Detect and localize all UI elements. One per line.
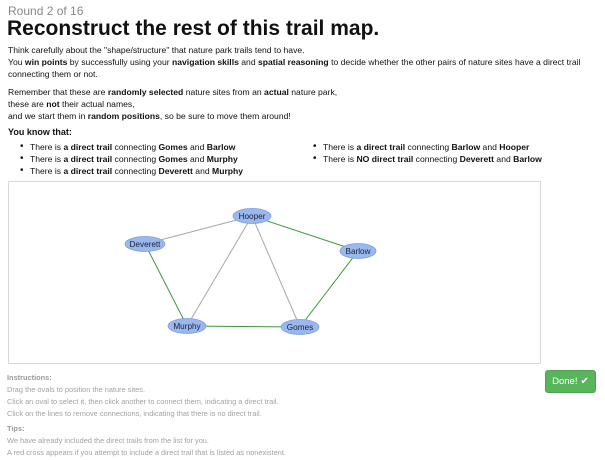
intro-paragraph-1: Think carefully about the "shape/structu… — [8, 44, 598, 80]
fact-text: There is — [30, 154, 64, 164]
fact-text: connecting — [112, 166, 159, 176]
intro-text-segment: You — [8, 57, 25, 67]
fact-text: and — [494, 154, 514, 164]
fact-item: There is a direct trail connecting Gomes… — [18, 153, 243, 165]
facts-list-right: There is a direct trail connecting Barlo… — [311, 141, 542, 165]
site-label-murphy: Murphy — [173, 322, 201, 331]
intro-text-segment: their actual names, — [59, 99, 135, 109]
fact-item: There is a direct trail connecting Dever… — [18, 165, 243, 177]
intro-text-segment: and we start them in — [8, 111, 88, 121]
instruction-line: Click an oval to select it, then click a… — [7, 397, 279, 406]
fact-text: and — [187, 142, 207, 152]
site-label-deverett: Deverett — [130, 240, 162, 249]
intro-bold-text: random positions — [87, 111, 160, 121]
fact-item: There is a direct trail connecting Barlo… — [311, 141, 542, 153]
fact-site-a: Gomes — [158, 154, 188, 164]
intro-text-segment: nature sites from an — [183, 87, 265, 97]
intro-text-segment: nature park, — [288, 87, 338, 97]
trail-map-svg[interactable]: Hooper Deverett Barlow Murphy Gomes — [9, 182, 542, 365]
fact-relation: a direct trail — [356, 142, 406, 152]
fact-text: There is — [30, 142, 64, 152]
fact-site-a: Barlow — [451, 142, 481, 152]
intro-bold-text: not — [46, 99, 60, 109]
done-button[interactable]: Done! ✔ — [545, 370, 596, 393]
fact-text: There is — [323, 142, 357, 152]
fact-text: connecting — [413, 154, 460, 164]
instruction-line: Drag the ovals to position the nature si… — [7, 385, 146, 394]
fact-site-b: Barlow — [513, 154, 542, 164]
site-node-deverett[interactable]: Deverett — [124, 236, 166, 252]
fact-site-b: Murphy — [212, 166, 244, 176]
intro-text-segment: Remember that these are — [8, 87, 108, 97]
site-node-hooper[interactable]: Hooper — [232, 208, 272, 224]
round-indicator: Round 2 of 16 — [8, 4, 84, 18]
trail-map-canvas[interactable]: Hooper Deverett Barlow Murphy Gomes — [8, 181, 541, 364]
instructions-section: Instructions: Drag the ovals to position… — [7, 372, 279, 420]
site-label-gomes: Gomes — [287, 323, 313, 332]
intro-text-segment: , so be sure to move them around! — [159, 111, 291, 121]
fact-text: and — [480, 142, 500, 152]
intro-bold-text: spatial reasoning — [258, 57, 329, 67]
fact-relation: a direct trail — [63, 154, 113, 164]
intro-bold-text: actual — [264, 87, 289, 97]
trail-hooper-gomes[interactable] — [251, 215, 301, 328]
intro-bold-text: win points — [24, 57, 68, 67]
instruction-line: Click on the lines to remove connections… — [7, 409, 262, 418]
fact-text: There is — [323, 154, 357, 164]
facts-heading: You know that: — [8, 127, 72, 137]
site-node-barlow[interactable]: Barlow — [339, 243, 377, 259]
done-button-label: Done! — [552, 376, 578, 387]
site-node-murphy[interactable]: Murphy — [167, 318, 207, 334]
fact-relation: a direct trail — [63, 166, 113, 176]
intro-paragraph-2: Remember that these are randomly selecte… — [8, 86, 598, 122]
trail-hooper-murphy[interactable] — [186, 215, 253, 327]
intro-text-segment: and — [238, 57, 258, 67]
intro-text-segment: by successfully using your — [67, 57, 172, 67]
page-title: Reconstruct the rest of this trail map. — [7, 17, 380, 40]
checkmark-icon: ✔ — [580, 376, 589, 387]
intro-bold-text: navigation skills — [172, 57, 239, 67]
trail-hooper-barlow[interactable] — [251, 215, 359, 252]
facts-list-left: There is a direct trail connecting Gomes… — [18, 141, 243, 177]
fact-text: There is — [30, 166, 64, 176]
trail-gomes-barlow[interactable] — [299, 250, 359, 328]
fact-site-a: Deverett — [459, 154, 495, 164]
tips-heading: Tips: — [7, 424, 25, 433]
fact-text: and — [187, 154, 207, 164]
instructions-heading: Instructions: — [7, 373, 52, 382]
tips-section: Tips: We have already included the direc… — [7, 423, 286, 459]
fact-relation: NO direct trail — [356, 154, 414, 164]
site-label-hooper: Hooper — [239, 212, 266, 221]
fact-text: and — [192, 166, 213, 176]
fact-text: connecting — [112, 154, 159, 164]
fact-site-a: Deverett — [158, 166, 193, 176]
site-label-barlow: Barlow — [345, 247, 370, 256]
intro-text: Think carefully about the "shape/structu… — [8, 44, 598, 128]
site-node-gomes[interactable]: Gomes — [280, 319, 320, 335]
fact-item: There is a direct trail connecting Gomes… — [18, 141, 243, 153]
fact-text: connecting — [112, 142, 159, 152]
trail-deverett-murphy[interactable] — [144, 243, 188, 327]
intro-text-segment: these are — [8, 99, 47, 109]
intro-bold-text: randomly selected — [107, 87, 184, 97]
fact-site-a: Gomes — [158, 142, 188, 152]
fact-item: There is NO direct trail connecting Deve… — [311, 153, 542, 165]
tip-line: We have already included the direct trai… — [7, 436, 209, 445]
fact-text: connecting — [405, 142, 452, 152]
fact-site-b: Hooper — [499, 142, 530, 152]
intro-line: Think carefully about the "shape/structu… — [8, 45, 305, 55]
tip-line: A red cross appears if you attempt to in… — [7, 448, 286, 457]
fact-site-b: Barlow — [206, 142, 236, 152]
fact-site-b: Murphy — [206, 154, 238, 164]
fact-relation: a direct trail — [63, 142, 113, 152]
